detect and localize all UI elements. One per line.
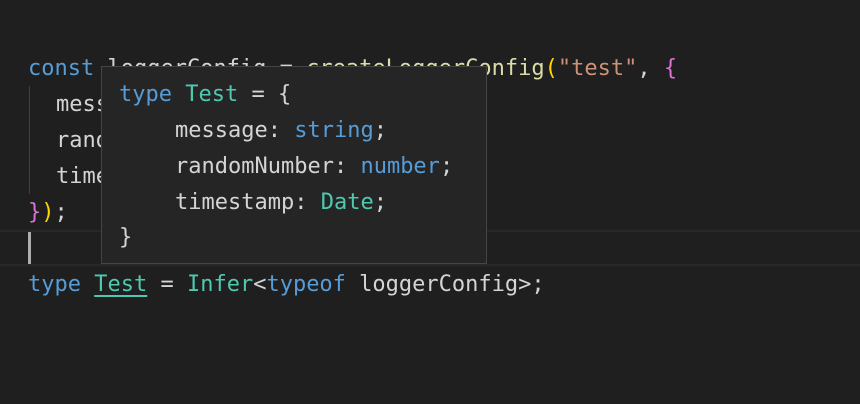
hover-field-timestamp: timestamp: Date; xyxy=(175,190,387,215)
open-paren: ( xyxy=(544,56,558,81)
keyword-typeof: typeof xyxy=(266,272,346,297)
variable-ref: loggerConfig xyxy=(345,272,519,297)
code-editor[interactable]: const loggerConfig = createLoggerConfig(… xyxy=(0,0,860,404)
code-line-5[interactable]: }); xyxy=(28,195,68,231)
angle-open: < xyxy=(253,272,267,297)
keyword-type: type xyxy=(28,272,81,297)
hover-close-brace: } xyxy=(119,225,133,250)
hover-field-randomNumber: randomNumber: number; xyxy=(175,154,454,179)
hover-line-1: type Test = { xyxy=(119,77,291,113)
type-infer: Infer xyxy=(186,272,254,297)
close-paren: ) xyxy=(41,200,55,225)
text-cursor xyxy=(28,232,31,264)
keyword-const: const xyxy=(28,56,95,81)
semicolon: ; xyxy=(54,200,68,225)
indent-guide xyxy=(29,86,30,194)
hover-field-message: message: string; xyxy=(175,118,387,143)
hover-tooltip: type Test = { message: string; randomNum… xyxy=(101,66,487,264)
comma: , xyxy=(637,56,664,81)
hover-type-name: Test xyxy=(185,82,239,107)
type-name-test[interactable]: Test xyxy=(94,272,147,297)
string-literal: "test" xyxy=(557,56,638,81)
hover-equals-brace: = { xyxy=(238,82,292,107)
code-line-7[interactable]: type Test = Infer<typeof loggerConfig>; xyxy=(28,267,545,303)
hover-keyword-type: type xyxy=(119,82,172,107)
open-brace: { xyxy=(663,56,678,81)
operator-equals: = xyxy=(147,272,187,297)
angle-close-semicolon: >; xyxy=(518,272,545,297)
close-brace: } xyxy=(28,200,42,225)
